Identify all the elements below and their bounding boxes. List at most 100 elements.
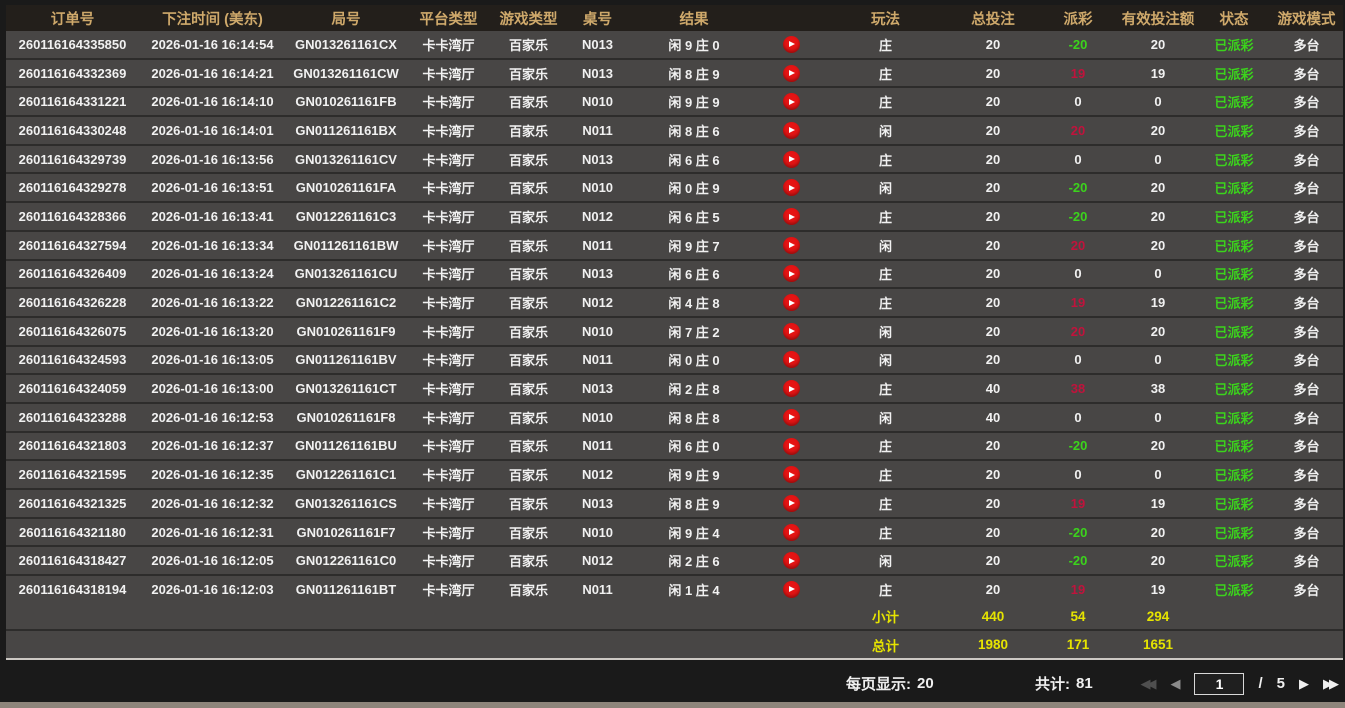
cell-game: 百家乐 (491, 432, 566, 461)
cell-table-no: N010 (566, 403, 629, 432)
cell-game: 百家乐 (491, 260, 566, 289)
cell-total-bet: 20 (948, 432, 1038, 461)
replay-icon[interactable] (783, 208, 800, 225)
cell-time: 2026-01-16 16:12:53 (139, 403, 286, 432)
replay-icon[interactable] (783, 581, 800, 598)
cell-replay (759, 145, 823, 174)
cell-play: 闲 (823, 116, 948, 145)
cell-valid-bet: 20 (1118, 317, 1198, 346)
replay-icon[interactable] (783, 179, 800, 196)
cell-total-bet: 20 (948, 346, 1038, 375)
last-page-button[interactable]: ▶▶ (1323, 677, 1339, 690)
cell-replay (759, 346, 823, 375)
cell-total-bet: 40 (948, 374, 1038, 403)
replay-icon[interactable] (783, 380, 800, 397)
replay-icon[interactable] (783, 265, 800, 282)
cell-order: 260116164321325 (6, 489, 139, 518)
replay-icon[interactable] (783, 466, 800, 483)
replay-icon[interactable] (783, 351, 800, 368)
cell-order: 260116164324593 (6, 346, 139, 375)
cell-round: GN010261161F7 (286, 518, 406, 547)
table-row: 2601161643260752026-01-16 16:13:20GN0102… (6, 317, 1343, 346)
cell-time: 2026-01-16 16:13:56 (139, 145, 286, 174)
replay-icon[interactable] (783, 93, 800, 110)
cell-order: 260116164330248 (6, 116, 139, 145)
cell-replay (759, 116, 823, 145)
table-row: 2601161643312212026-01-16 16:14:10GN0102… (6, 87, 1343, 116)
col-header-table-no: 桌号 (566, 5, 629, 31)
grand-total-payout: 171 (1038, 630, 1118, 658)
table-body: 2601161643358502026-01-16 16:14:54GN0132… (6, 31, 1343, 603)
cell-replay (759, 288, 823, 317)
cell-table-no: N013 (566, 31, 629, 59)
replay-icon[interactable] (783, 323, 800, 340)
cell-total-bet: 20 (948, 87, 1038, 116)
cell-valid-bet: 19 (1118, 288, 1198, 317)
cell-result: 闲 2 庄 8 (629, 374, 759, 403)
bet-records-table-wrap: 订单号 下注时间 (美东) 局号 平台类型 游戏类型 桌号 结果 玩法 总投注 … (6, 5, 1343, 660)
table-row: 2601161643218032026-01-16 16:12:37GN0112… (6, 432, 1343, 461)
replay-icon[interactable] (783, 237, 800, 254)
cell-replay (759, 59, 823, 88)
replay-icon[interactable] (783, 36, 800, 53)
cell-time: 2026-01-16 16:13:20 (139, 317, 286, 346)
cell-status: 已派彩 (1198, 546, 1270, 575)
cell-play: 庄 (823, 374, 948, 403)
col-header-mode: 游戏模式 (1270, 5, 1343, 31)
replay-icon[interactable] (783, 122, 800, 139)
cell-table-no: N011 (566, 231, 629, 260)
replay-icon[interactable] (783, 294, 800, 311)
table-row: 2601161643245932026-01-16 16:13:05GN0112… (6, 346, 1343, 375)
first-page-button[interactable]: ◀◀ (1140, 677, 1156, 690)
replay-icon[interactable] (783, 524, 800, 541)
cell-result: 闲 7 庄 2 (629, 317, 759, 346)
cell-status: 已派彩 (1198, 489, 1270, 518)
prev-page-button[interactable]: ◀ (1170, 677, 1180, 690)
cell-play: 庄 (823, 31, 948, 59)
grand-total-valid-bet: 1651 (1118, 630, 1198, 658)
replay-icon[interactable] (783, 65, 800, 82)
cell-time: 2026-01-16 16:13:22 (139, 288, 286, 317)
cell-valid-bet: 0 (1118, 460, 1198, 489)
cell-payout: -20 (1038, 173, 1118, 202)
cell-table-no: N010 (566, 518, 629, 547)
replay-icon[interactable] (783, 495, 800, 512)
cell-valid-bet: 19 (1118, 59, 1198, 88)
cell-replay (759, 31, 823, 59)
col-header-payout: 派彩 (1038, 5, 1118, 31)
col-header-result: 结果 (629, 5, 759, 31)
cell-game: 百家乐 (491, 317, 566, 346)
cell-valid-bet: 20 (1118, 546, 1198, 575)
cell-play: 闲 (823, 173, 948, 202)
replay-icon[interactable] (783, 438, 800, 455)
cell-round: GN013261161CU (286, 260, 406, 289)
cell-valid-bet: 0 (1118, 260, 1198, 289)
cell-round: GN012261161C0 (286, 546, 406, 575)
replay-icon[interactable] (783, 409, 800, 426)
replay-icon[interactable] (783, 151, 800, 168)
table-row: 2601161643275942026-01-16 16:13:34GN0112… (6, 231, 1343, 260)
cell-platform: 卡卡湾厅 (406, 346, 491, 375)
cell-platform: 卡卡湾厅 (406, 374, 491, 403)
cell-total-bet: 20 (948, 317, 1038, 346)
cell-status: 已派彩 (1198, 202, 1270, 231)
cell-time: 2026-01-16 16:12:31 (139, 518, 286, 547)
cell-time: 2026-01-16 16:12:37 (139, 432, 286, 461)
cell-payout: -20 (1038, 546, 1118, 575)
cell-valid-bet: 20 (1118, 116, 1198, 145)
cell-payout: 38 (1038, 374, 1118, 403)
cell-replay (759, 546, 823, 575)
cell-payout: 0 (1038, 260, 1118, 289)
cell-mode: 多台 (1270, 173, 1343, 202)
page-input[interactable] (1194, 673, 1244, 695)
next-page-button[interactable]: ▶ (1299, 677, 1309, 690)
cell-status: 已派彩 (1198, 575, 1270, 603)
cell-total-bet: 20 (948, 575, 1038, 603)
cell-platform: 卡卡湾厅 (406, 202, 491, 231)
cell-replay (759, 317, 823, 346)
replay-icon[interactable] (783, 552, 800, 569)
cell-order: 260116164326228 (6, 288, 139, 317)
cell-result: 闲 8 庄 9 (629, 59, 759, 88)
cell-table-no: N011 (566, 575, 629, 603)
cell-result: 闲 4 庄 8 (629, 288, 759, 317)
